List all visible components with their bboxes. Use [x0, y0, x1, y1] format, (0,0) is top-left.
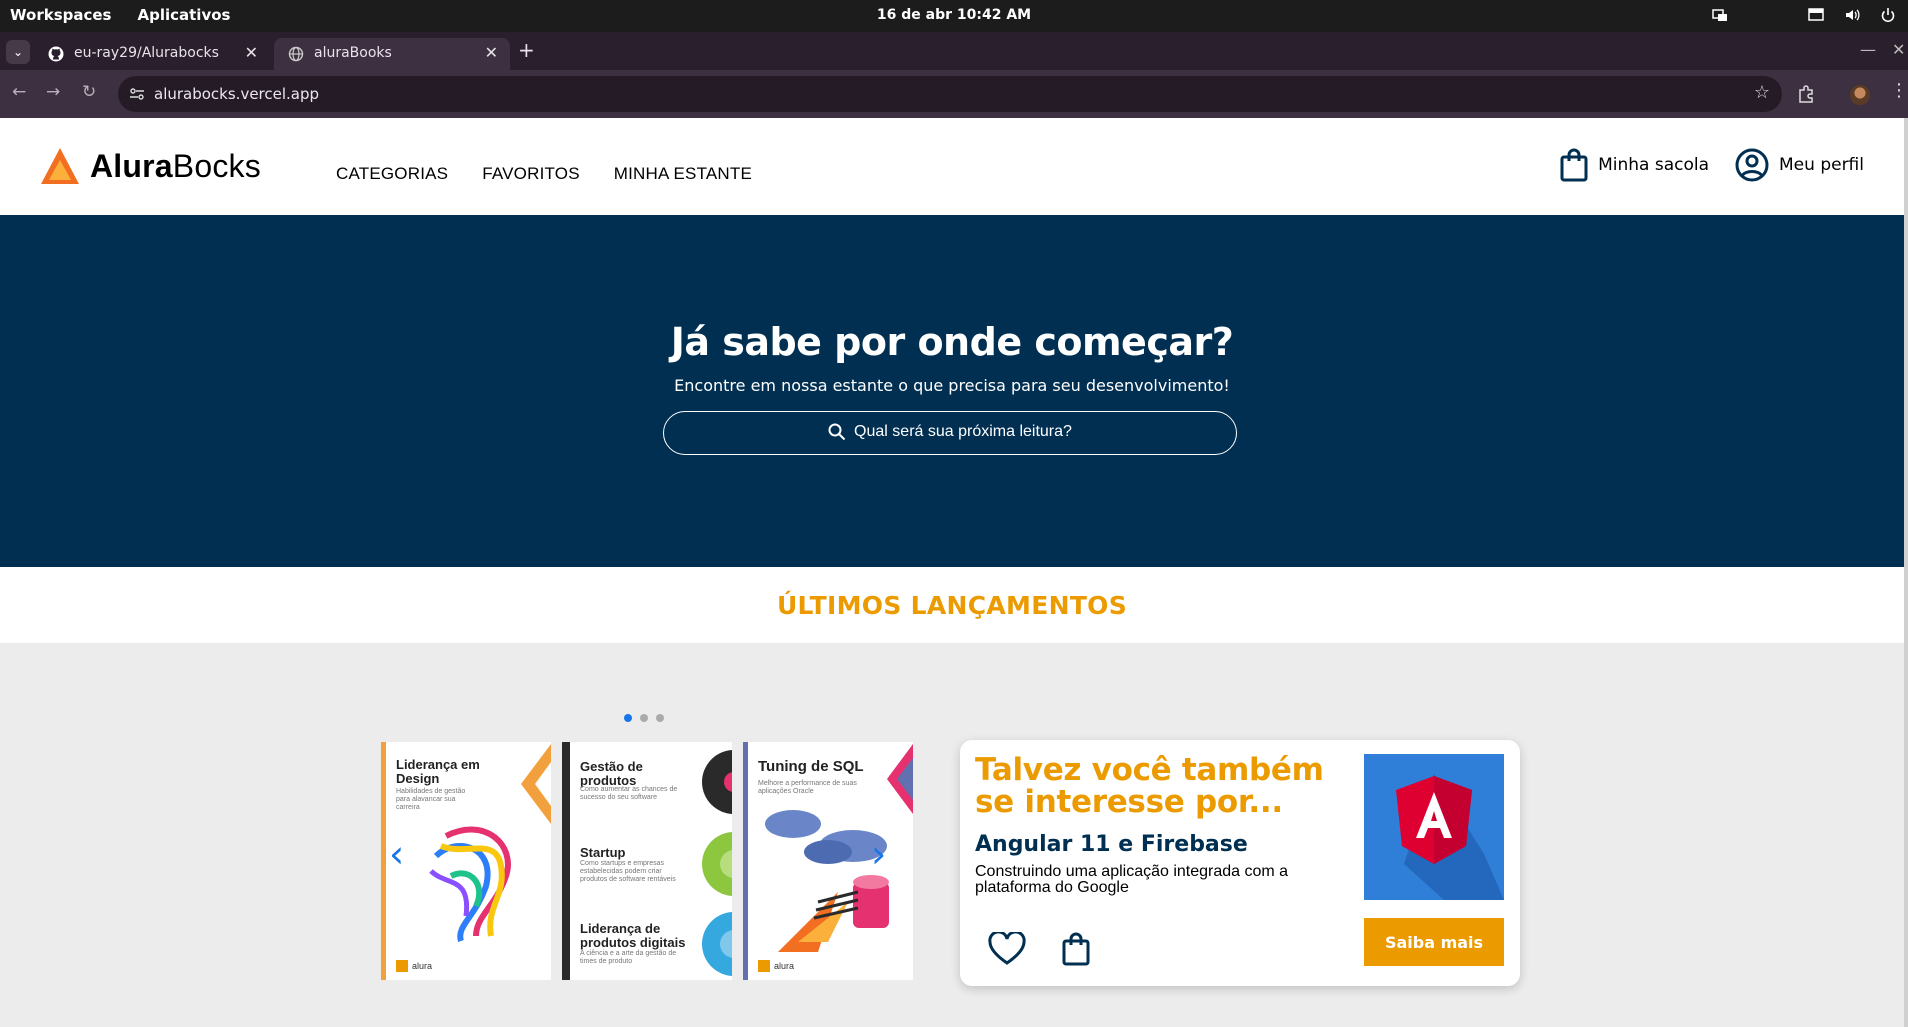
- bag-link[interactable]: Minha sacola: [1560, 148, 1709, 182]
- carousel-prev-icon[interactable]: ‹: [389, 832, 404, 876]
- book-cover[interactable]: Tuning de SQL Melhore a performance de s…: [743, 742, 913, 980]
- user-profile-icon: [1735, 148, 1769, 182]
- recommendation-heading: Talvez você também se interesse por...: [975, 752, 1324, 820]
- book-subtitle: Como aumentar as chances de sucesso do s…: [580, 786, 678, 801]
- publisher-mark: alura: [396, 960, 432, 972]
- cover-illustration: [765, 810, 889, 952]
- book-title: Liderança em Design: [396, 757, 480, 786]
- carousel-dot[interactable]: [624, 714, 632, 722]
- book-title: Startup: [580, 845, 626, 860]
- carousel-dot[interactable]: [640, 714, 648, 722]
- back-icon[interactable]: ←: [12, 82, 26, 102]
- recommendation-book-cover[interactable]: [1364, 754, 1504, 900]
- cover-illustration: [429, 826, 511, 942]
- reload-icon[interactable]: ↻: [82, 82, 96, 102]
- nav-categorias[interactable]: CATEGORIAS: [336, 164, 448, 184]
- book-title: Liderança de produtos digitais: [580, 921, 686, 950]
- page-scrollbar[interactable]: [1904, 118, 1908, 1027]
- book-cover[interactable]: Liderança em Design Habilidades de gestã…: [381, 742, 551, 980]
- hero-title: Já sabe por onde começar?: [670, 320, 1234, 364]
- book-title: Gestão de produtos: [580, 759, 643, 788]
- logo-icon: [41, 148, 79, 184]
- book-subtitle: Habilidades de gestão para alavancar sua…: [396, 788, 466, 811]
- tab-title: aluraBooks: [314, 45, 392, 61]
- close-tab-icon[interactable]: ✕: [245, 43, 258, 62]
- profile-link[interactable]: Meu perfil: [1735, 148, 1864, 182]
- favorite-heart-icon[interactable]: [988, 932, 1026, 966]
- address-bar[interactable]: alurabocks.vercel.app ☆: [118, 76, 1782, 112]
- carousel-dot[interactable]: [656, 714, 664, 722]
- site-info-icon[interactable]: [128, 85, 146, 103]
- github-icon: [48, 46, 64, 62]
- book-title: Tuning de SQL: [758, 758, 864, 775]
- book-carousel: Liderança em Design Habilidades de gestã…: [381, 742, 913, 980]
- tab-github[interactable]: eu-ray29/Alurabocks ✕: [34, 38, 270, 70]
- search-placeholder: Qual será sua próxima leitura?: [854, 423, 1072, 440]
- volume-icon[interactable]: [1844, 7, 1860, 23]
- publisher-mark: alura: [758, 960, 794, 972]
- logo[interactable]: AluraBocks: [40, 146, 261, 186]
- book-subtitle: Como startups e empresas estabelecidas p…: [580, 860, 676, 883]
- bag-label: Minha sacola: [1598, 155, 1710, 175]
- carousel-next-icon[interactable]: ›: [871, 832, 886, 876]
- display-icon[interactable]: [1808, 7, 1824, 23]
- launches-title: ÚLTIMOS LANÇAMENTOS: [776, 591, 1128, 620]
- recommendation-book-title: Angular 11 e Firebase: [975, 832, 1248, 857]
- browser-tabstrip: ⌄ eu-ray29/Alurabocks ✕ aluraBooks ✕ + —…: [0, 32, 1908, 70]
- system-clock[interactable]: 16 de abr 10:42 AM: [0, 7, 1908, 23]
- profile-label: Meu perfil: [1779, 155, 1864, 175]
- nav-favoritos[interactable]: FAVORITOS: [482, 164, 580, 184]
- hero-subtitle: Encontre em nossa estante o que precisa …: [674, 376, 1230, 395]
- launches-header: ÚLTIMOS LANÇAMENTOS: [0, 567, 1904, 643]
- globe-icon: [288, 46, 304, 62]
- url-text[interactable]: alurabocks.vercel.app: [154, 85, 319, 103]
- carousel-pagination: [624, 714, 664, 722]
- tab-title: eu-ray29/Alurabocks: [74, 45, 219, 61]
- book-subtitle: Melhore a performance de suas aplicações…: [758, 780, 857, 795]
- nav-minha-estante[interactable]: MINHA ESTANTE: [614, 164, 752, 184]
- shopping-bag-icon: [1560, 148, 1588, 182]
- hero-section: Já sabe por onde começar? Encontre em no…: [0, 215, 1904, 567]
- web-page: AluraBocks CATEGORIAS FAVORITOS MINHA ES…: [0, 118, 1904, 1027]
- tab-alurabooks[interactable]: aluraBooks ✕: [274, 38, 510, 70]
- profile-avatar[interactable]: [1850, 85, 1870, 105]
- book-subtitle: A ciência e a arte da gestão de times de…: [580, 950, 677, 965]
- minimize-icon[interactable]: —: [1860, 40, 1876, 59]
- cover-decoration: [521, 744, 551, 824]
- browser-menu-icon[interactable]: ⋮: [1890, 80, 1908, 101]
- power-icon[interactable]: [1880, 7, 1896, 23]
- forward-icon[interactable]: →: [46, 82, 60, 102]
- add-to-bag-icon[interactable]: [1062, 932, 1090, 966]
- search-icon: [828, 423, 846, 441]
- close-window-icon[interactable]: ✕: [1892, 40, 1905, 59]
- recommendation-description: Construindo uma aplicação integrada com …: [975, 863, 1289, 896]
- site-header: AluraBocks CATEGORIAS FAVORITOS MINHA ES…: [0, 118, 1904, 215]
- cover-decoration: [702, 750, 732, 976]
- logo-text: AluraBocks: [90, 147, 261, 184]
- saiba-mais-button[interactable]: Saiba mais: [1364, 918, 1504, 966]
- browser-toolbar: ← → ↻ alurabocks.vercel.app ☆ ⋮: [0, 70, 1908, 118]
- bookmark-star-icon[interactable]: ☆: [1754, 82, 1770, 103]
- close-tab-icon[interactable]: ✕: [485, 43, 498, 62]
- book-cover[interactable]: Gestão de produtos Como aumentar as chan…: [562, 742, 732, 980]
- recommendation-card: Talvez você também se interesse por... A…: [960, 740, 1520, 986]
- search-input[interactable]: Qual será sua próxima leitura?: [663, 411, 1237, 455]
- angular-logo-icon: [1396, 774, 1504, 900]
- new-tab-icon[interactable]: +: [518, 38, 535, 62]
- extensions-icon[interactable]: [1796, 84, 1816, 104]
- os-top-bar: Workspaces Aplicativos 16 de abr 10:42 A…: [0, 0, 1908, 32]
- main-nav: CATEGORIAS FAVORITOS MINHA ESTANTE: [336, 164, 752, 184]
- network-icon[interactable]: [1712, 7, 1728, 23]
- tab-search-button[interactable]: ⌄: [6, 40, 30, 64]
